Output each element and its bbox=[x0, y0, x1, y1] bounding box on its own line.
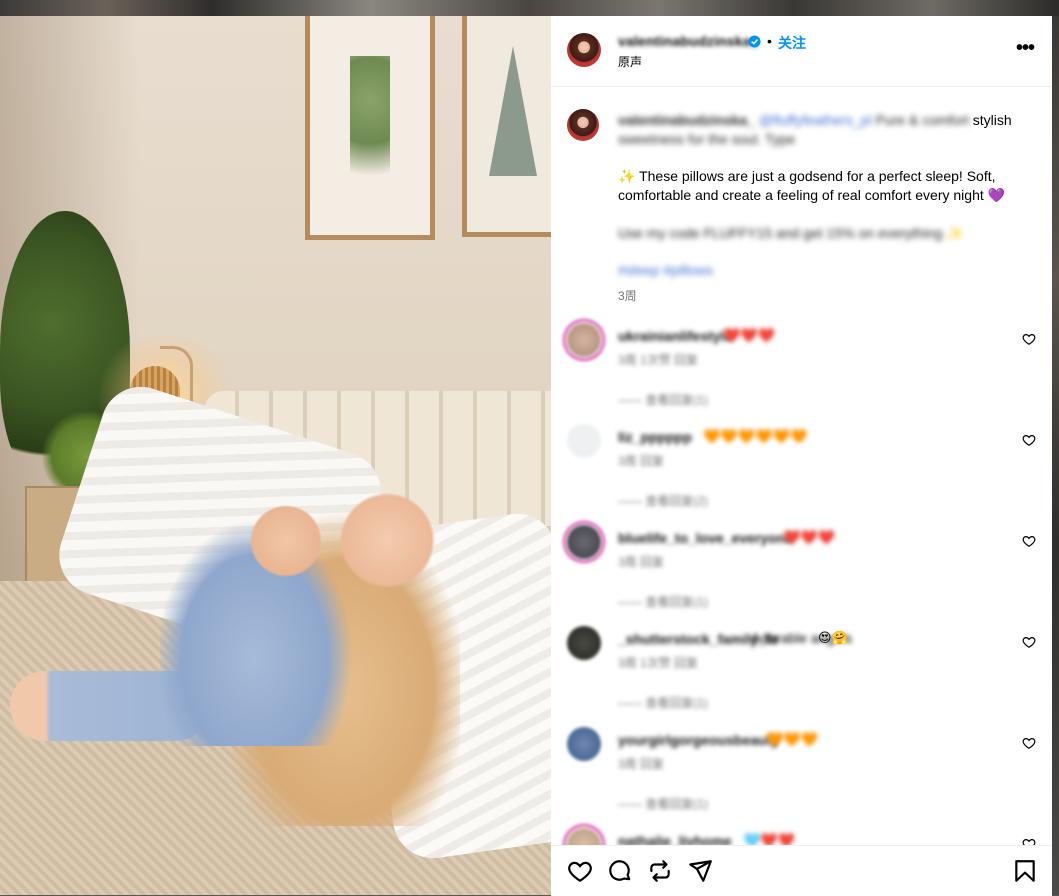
comment-meta[interactable]: 3周 回复 bbox=[618, 452, 664, 469]
comment-avatar[interactable] bbox=[567, 323, 601, 357]
caption-hashtags[interactable]: #sleep #pillows bbox=[618, 261, 713, 280]
comment-like-heart-icon[interactable] bbox=[1022, 534, 1036, 548]
caption-promo-line: Use my code FLUFFY15 and get 15% on ever… bbox=[618, 225, 964, 241]
view-replies-link[interactable]: —— 查看回复(1) bbox=[618, 795, 708, 812]
comment-text: 🧡🧡🧡🧡🧡🧡 bbox=[703, 428, 808, 444]
send-icon[interactable] bbox=[687, 858, 713, 884]
comment-item: _shutterstock_family_fe Adorable angels … bbox=[551, 626, 1052, 716]
background-feed bbox=[0, 0, 1059, 16]
comment-text: ❤️❤️❤️ bbox=[783, 529, 836, 545]
comment-avatar[interactable] bbox=[567, 525, 601, 559]
post-action-bar bbox=[551, 845, 1052, 896]
comment-meta[interactable]: 3周 1次赞 回复 bbox=[618, 654, 698, 671]
caption-first-line: valentinabudzinska_ @fluffyfeathers_pl P… bbox=[618, 111, 1038, 130]
audio-label[interactable]: 原声 bbox=[618, 53, 642, 70]
author-username[interactable]: valentinabudzinska_ bbox=[618, 33, 759, 49]
comment-item: nathalie_livhome 🩵❤️❤️ bbox=[551, 828, 1052, 845]
comment-like-heart-icon[interactable] bbox=[1022, 332, 1036, 346]
comment-avatar[interactable] bbox=[567, 626, 601, 660]
background-feed-edge bbox=[1052, 16, 1059, 895]
caption-timestamp[interactable]: 3周 bbox=[618, 287, 637, 304]
comment-like-heart-icon[interactable] bbox=[1022, 837, 1036, 845]
separator-dot: • bbox=[767, 33, 772, 49]
comment-username[interactable]: nathalie_livhome bbox=[618, 833, 732, 845]
comment-like-heart-icon[interactable] bbox=[1022, 736, 1036, 750]
comment-meta[interactable]: 3周 回复 bbox=[618, 755, 664, 772]
frame-tree bbox=[489, 46, 537, 176]
comment-meta[interactable]: 3周 回复 bbox=[618, 553, 664, 570]
comment-emoji: 😍🤗 bbox=[818, 630, 848, 645]
comment-text: 🧡🧡🧡 bbox=[766, 731, 819, 747]
comment-username[interactable]: ukrainianlifestyle bbox=[618, 328, 732, 344]
caption-username[interactable]: valentinabudzinska_ bbox=[618, 112, 755, 128]
verified-badge-icon bbox=[748, 35, 761, 48]
comment-username[interactable]: bluelife_to_love_everyone bbox=[618, 530, 793, 546]
more-options-button[interactable]: ••• bbox=[1011, 36, 1039, 64]
caption-body: ✨ These pillows are just a godsend for a… bbox=[618, 168, 1006, 203]
caption-second-line: sweetness for the soul. Type bbox=[618, 131, 796, 147]
comment-username[interactable]: yourgirlgorgeousbeauty bbox=[618, 732, 779, 748]
comment-avatar[interactable] bbox=[567, 828, 601, 845]
caption-mention[interactable]: @fluffyfeathers_pl bbox=[759, 112, 872, 128]
view-replies-link[interactable]: —— 查看回复(1) bbox=[618, 593, 708, 610]
comment-like-heart-icon[interactable] bbox=[1022, 433, 1036, 447]
caption-avatar[interactable] bbox=[567, 109, 599, 141]
view-replies-link[interactable]: —— 查看回复(1) bbox=[618, 391, 708, 408]
post-modal: valentinabudzinska_ • 关注 原声 ••• valentin… bbox=[0, 16, 1052, 896]
caption-tail-word: stylish bbox=[972, 112, 1012, 128]
photo-child-left bbox=[160, 496, 370, 746]
follow-button[interactable]: 关注 bbox=[778, 33, 806, 53]
comment-item: bluelife_to_love_everyone ❤️❤️❤️ 3周 回复 —… bbox=[551, 525, 1052, 615]
comment-icon[interactable] bbox=[607, 858, 633, 884]
comment-meta[interactable]: 3周 1次赞 回复 bbox=[618, 351, 698, 368]
comments-scroll-area[interactable]: valentinabudzinska_ @fluffyfeathers_pl P… bbox=[551, 87, 1052, 845]
comment-like-heart-icon[interactable] bbox=[1022, 635, 1036, 649]
comment-text: ❤️❤️❤️ bbox=[723, 327, 776, 343]
post-side-panel: valentinabudzinska_ • 关注 原声 ••• valentin… bbox=[551, 16, 1052, 896]
view-replies-link[interactable]: —— 查看回复(2) bbox=[618, 492, 708, 509]
like-heart-icon[interactable] bbox=[567, 858, 593, 884]
post-header: valentinabudzinska_ • 关注 原声 ••• bbox=[551, 16, 1052, 87]
post-photo[interactable] bbox=[0, 16, 551, 895]
comment-username[interactable]: liz_pppppp bbox=[618, 429, 692, 445]
comment-item: liz_pppppp 🧡🧡🧡🧡🧡🧡 3周 回复 —— 查看回复(2) bbox=[551, 424, 1052, 514]
comment-avatar[interactable] bbox=[567, 727, 601, 761]
bookmark-icon[interactable] bbox=[1012, 858, 1038, 884]
comment-item: ukrainianlifestyle ❤️❤️❤️ 3周 1次赞 回复 —— 查… bbox=[551, 323, 1052, 413]
wall-frame-right bbox=[462, 16, 551, 237]
caption-blurred-inline: Pure & comfort bbox=[875, 112, 969, 128]
repost-icon[interactable] bbox=[647, 858, 673, 884]
comment-avatar[interactable] bbox=[567, 424, 601, 458]
comment-item: yourgirlgorgeousbeauty 🧡🧡🧡 3周 回复 —— 查看回复… bbox=[551, 727, 1052, 817]
view-replies-link[interactable]: —— 查看回复(1) bbox=[618, 694, 708, 711]
comment-text: 🩵❤️❤️ bbox=[743, 832, 796, 845]
author-avatar[interactable] bbox=[567, 33, 601, 67]
wall-frame-left bbox=[305, 16, 435, 240]
frame-leaf bbox=[350, 56, 390, 206]
